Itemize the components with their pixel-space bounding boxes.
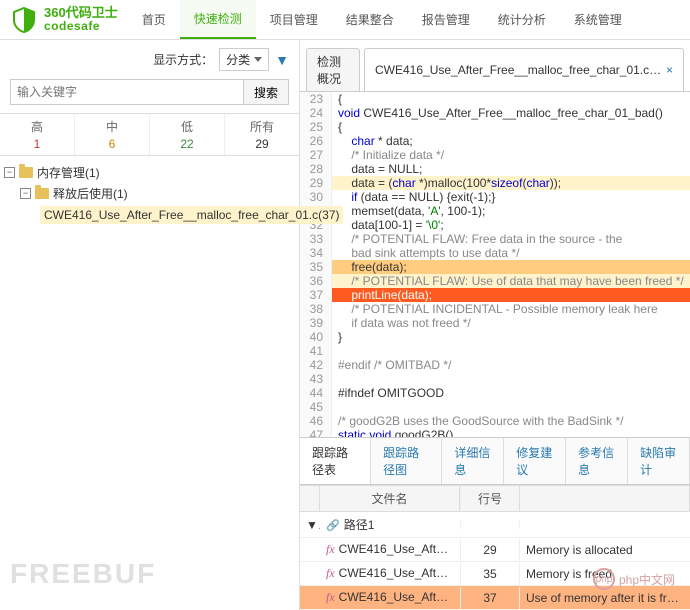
trace-table: 文件名 行号 ▼ 🔗路径1 fxCWE416_Use_After_Free__m… <box>300 485 690 610</box>
nav-item[interactable]: 快速检测 <box>180 0 256 39</box>
watermark-left: FREEBUF <box>10 558 156 590</box>
collapse-icon[interactable]: − <box>4 167 15 178</box>
chevron-down-icon <box>254 57 262 62</box>
severity-tab[interactable]: 中6 <box>75 114 150 155</box>
code-line[interactable]: 38 /* POTENTIAL INCIDENTAL - Possible me… <box>300 302 690 316</box>
bottom-tab[interactable]: 修复建议 <box>504 438 566 484</box>
code-line[interactable]: 29 data = (char *)malloc(100*sizeof(char… <box>300 176 690 190</box>
code-line[interactable]: 35 free(data); <box>300 260 690 274</box>
bottom-tab[interactable]: 详细信息 <box>442 438 504 484</box>
code-line[interactable]: 25{ <box>300 120 690 134</box>
brand-en: codesafe <box>44 20 118 33</box>
tree-node-subcategory[interactable]: − 释放后使用(1) <box>4 183 295 204</box>
logo: 360代码卫士 codesafe <box>0 6 128 34</box>
code-line[interactable]: 32 data[100-1] = '\0'; <box>300 218 690 232</box>
code-line[interactable]: 42#endif /* OMITBAD */ <box>300 358 690 372</box>
folder-icon <box>35 188 49 199</box>
tab-overview[interactable]: 检测概况 <box>306 48 360 91</box>
trace-path-header[interactable]: ▼ 🔗路径1 <box>300 512 690 538</box>
col-header-line[interactable]: 行号 <box>460 486 520 511</box>
search-input[interactable] <box>10 79 244 105</box>
filter-icon[interactable]: ▼ <box>275 52 289 68</box>
trace-row[interactable]: fxCWE416_Use_After_Free__malloc_fre...37… <box>300 586 690 610</box>
col-header-msg <box>520 486 690 511</box>
folder-icon <box>19 167 33 178</box>
issue-tree: − 内存管理(1) − 释放后使用(1) CWE416_Use_After_Fr… <box>0 156 299 232</box>
close-icon[interactable]: × <box>666 63 673 77</box>
code-line[interactable]: 24void CWE416_Use_After_Free__malloc_fre… <box>300 106 690 120</box>
code-line[interactable]: 33 /* POTENTIAL FLAW: Free data in the s… <box>300 232 690 246</box>
left-panel: 显示方式： 分类 ▼ 搜索 高1中6低22所有29 − 内存管理(1) − 释放… <box>0 40 300 610</box>
display-mode-select[interactable]: 分类 <box>219 48 269 71</box>
code-line[interactable]: 30 if (data == NULL) {exit(-1);} <box>300 190 690 204</box>
code-line[interactable]: 40} <box>300 330 690 344</box>
code-line[interactable]: 47static void goodG2B() <box>300 428 690 437</box>
tree-node-category[interactable]: − 内存管理(1) <box>4 162 295 183</box>
bottom-tab[interactable]: 缺陷审计 <box>628 438 690 484</box>
code-line[interactable]: 26 char * data; <box>300 134 690 148</box>
code-line[interactable]: 46/* goodG2B uses the GoodSource with th… <box>300 414 690 428</box>
code-line[interactable]: 34 bad sink attempts to use data */ <box>300 246 690 260</box>
severity-tab[interactable]: 低22 <box>150 114 225 155</box>
code-line[interactable]: 36 /* POTENTIAL FLAW: Use of data that m… <box>300 274 690 288</box>
code-line[interactable]: 43 <box>300 372 690 386</box>
bottom-tab[interactable]: 跟踪路径表 <box>300 438 371 484</box>
path-icon: 🔗 <box>326 520 340 532</box>
shield-icon <box>10 6 38 34</box>
bottom-tab[interactable]: 参考信息 <box>566 438 628 484</box>
tab-file[interactable]: CWE416_Use_After_Free__malloc_free_char_… <box>364 48 684 91</box>
code-line[interactable]: 27 /* Initialize data */ <box>300 148 690 162</box>
right-panel: 检测概况 CWE416_Use_After_Free__malloc_free_… <box>300 40 690 610</box>
nav-items: 首页快速检测项目管理结果整合报告管理统计分析系统管理 <box>128 0 636 39</box>
severity-tab[interactable]: 所有29 <box>225 114 299 155</box>
trace-row[interactable]: fxCWE416_Use_After_Free__malloc_fre...29… <box>300 538 690 562</box>
nav-item[interactable]: 项目管理 <box>256 0 332 39</box>
code-line[interactable]: 39 if data was not freed */ <box>300 316 690 330</box>
code-line[interactable]: 44#ifndef OMITGOOD <box>300 386 690 400</box>
display-label: 显示方式： <box>153 51 213 68</box>
severity-tab[interactable]: 高1 <box>0 114 75 155</box>
bottom-tabs: 跟踪路径表跟踪路径图详细信息修复建议参考信息缺陷审计 <box>300 437 690 485</box>
editor-tabs: 检测概况 CWE416_Use_After_Free__malloc_free_… <box>300 40 690 91</box>
code-line[interactable]: 28 data = NULL; <box>300 162 690 176</box>
code-line[interactable]: 37 printLine(data); <box>300 288 690 302</box>
nav-item[interactable]: 统计分析 <box>484 0 560 39</box>
top-nav: 360代码卫士 codesafe 首页快速检测项目管理结果整合报告管理统计分析系… <box>0 0 690 40</box>
search-button[interactable]: 搜索 <box>244 79 289 105</box>
nav-item[interactable]: 报告管理 <box>408 0 484 39</box>
brand-cn: 360代码卫士 <box>44 6 118 20</box>
code-line[interactable]: 31 memset(data, 'A', 100-1); <box>300 204 690 218</box>
code-line[interactable]: 23{ <box>300 92 690 106</box>
trace-row[interactable]: fxCWE416_Use_After_Free__malloc_fre...35… <box>300 562 690 586</box>
nav-item[interactable]: 结果整合 <box>332 0 408 39</box>
code-line[interactable]: 45 <box>300 400 690 414</box>
collapse-icon[interactable]: − <box>20 188 31 199</box>
nav-item[interactable]: 首页 <box>128 0 180 39</box>
bottom-tab[interactable]: 跟踪路径图 <box>371 438 442 484</box>
severity-tabs: 高1中6低22所有29 <box>0 113 299 156</box>
col-header-file[interactable]: 文件名 <box>320 486 460 511</box>
code-line[interactable]: 41 <box>300 344 690 358</box>
tree-node-file[interactable]: CWE416_Use_After_Free__malloc_free_char_… <box>4 204 295 226</box>
code-editor[interactable]: 23{24void CWE416_Use_After_Free__malloc_… <box>300 91 690 437</box>
nav-item[interactable]: 系统管理 <box>560 0 636 39</box>
